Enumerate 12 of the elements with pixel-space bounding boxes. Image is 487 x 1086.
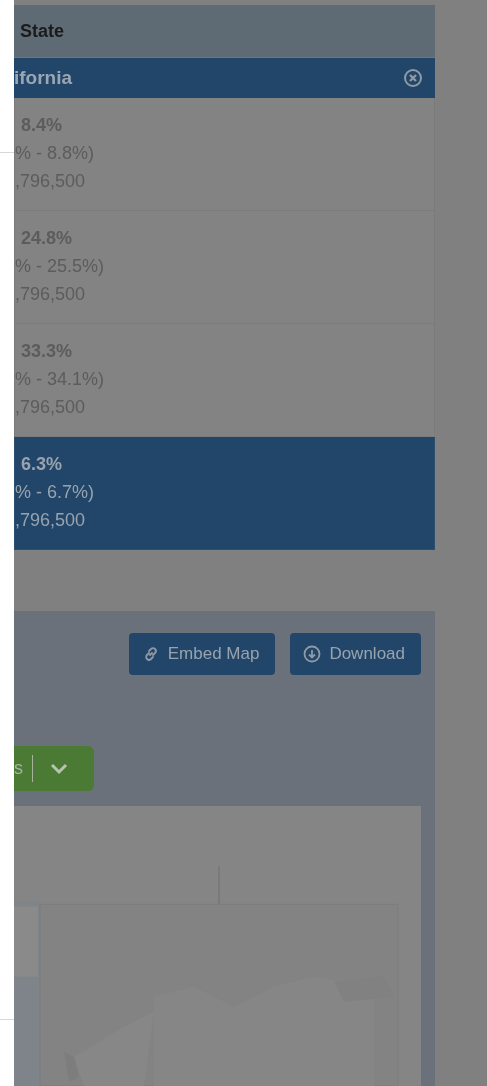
- interval-text: % - 6.7%): [15, 481, 96, 504]
- state-name: ifornia: [14, 67, 73, 89]
- download-icon: [302, 644, 323, 664]
- value-text: 6.3%: [21, 453, 64, 476]
- column-heading: State: [20, 20, 64, 42]
- table-row[interactable]: 6.3% % - 6.7%) ,796,500: [14, 437, 435, 550]
- population-text: ,796,500: [15, 509, 87, 532]
- download-button[interactable]: Download: [290, 633, 421, 675]
- chevron-icon: [48, 761, 70, 776]
- close-icon[interactable]: [403, 68, 423, 88]
- embed-button[interactable]: Embed Map: [128, 633, 276, 675]
- dropdown-button[interactable]: s: [14, 746, 94, 791]
